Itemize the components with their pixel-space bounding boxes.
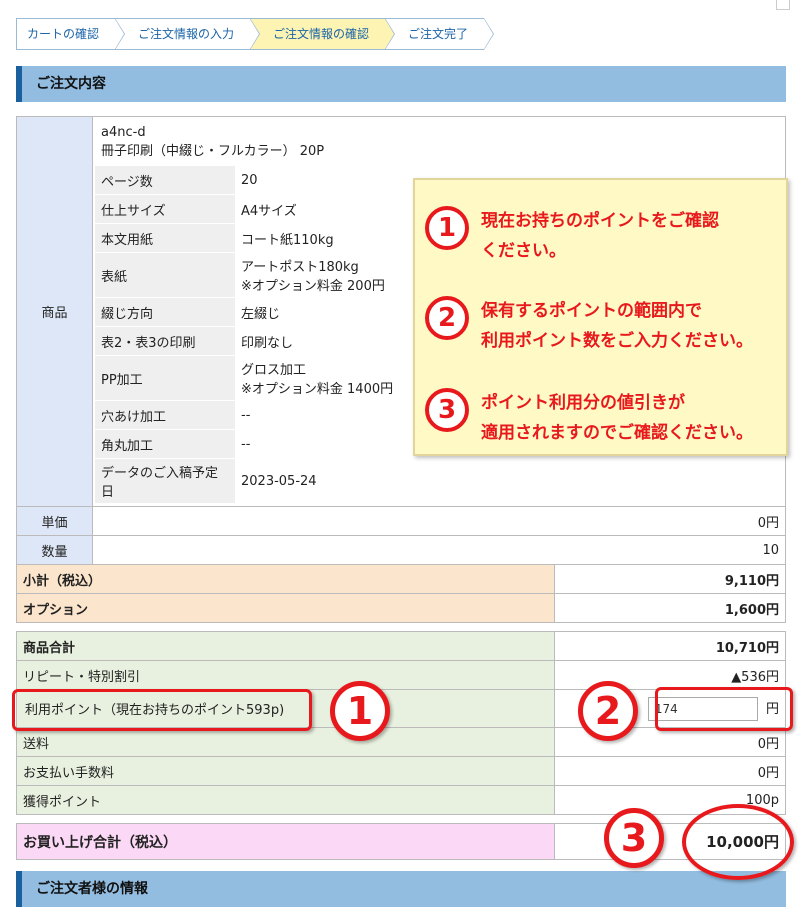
spec-key: 角丸加工 (95, 429, 235, 459)
step-cart[interactable]: カートの確認 (16, 18, 126, 50)
option-label: オプション (16, 593, 555, 623)
earned-label: 獲得ポイント (16, 785, 555, 815)
discount-value: ▲536円 (554, 660, 786, 690)
callout-text-2a: 保有するポイントの範囲内で (481, 301, 702, 321)
callout-text-1b: ください。 (481, 241, 566, 261)
callout-text-3b: 適用されますのでご確認ください。 (481, 423, 753, 443)
option-value: 1,600円 (554, 593, 786, 623)
step-input[interactable]: ご注文情報の入力 (115, 18, 261, 50)
spec-key: 穴あけ加工 (95, 400, 235, 430)
callout-item-1: 1 現在お持ちのポイントをご確認 ください。 (425, 206, 719, 266)
fee-label: お支払い手数料 (16, 756, 555, 786)
spec-key: 仕上サイズ (95, 194, 235, 224)
quantity-label: 数量 (16, 535, 93, 565)
unit-price-value: 0円 (92, 506, 786, 536)
spec-key: 表2・表3の印刷 (95, 326, 235, 356)
goods-total-label: 商品合計 (16, 631, 555, 661)
shipping-label: 送料 (16, 727, 555, 757)
points-label-highlight (12, 689, 312, 731)
grand-total-label: お買い上げ合計（税込） (16, 823, 555, 860)
quantity-value: 10 (92, 535, 786, 565)
discount-label: リピート・特別割引 (16, 660, 555, 690)
instruction-callout: 1 現在お持ちのポイントをご確認 ください。 2 保有するポイントの範囲内で利用ポ… (413, 178, 788, 456)
callout-number-3: 3 (425, 388, 469, 432)
subtotal-label: 小計（税込） (16, 564, 555, 594)
spec-value: 2023-05-24 (241, 473, 317, 489)
marker-1: 1 (330, 681, 390, 741)
spec-key: 本文用紙 (95, 223, 235, 253)
callout-number-1: 1 (425, 206, 469, 250)
goods-total-value: 10,710円 (554, 631, 786, 661)
subtotal-value: 9,110円 (554, 564, 786, 594)
section-customer-header: ご注文者様の情報 (16, 871, 786, 907)
spec-key: 綴じ方向 (95, 297, 235, 327)
spec-key: データのご入稿予定日 (95, 458, 235, 504)
callout-text-1a: 現在お持ちのポイントをご確認 (481, 211, 719, 231)
section-order-header: ご注文内容 (16, 66, 786, 102)
spec-value-cell: 2023-05-24 (235, 458, 783, 504)
marker-3: 3 (604, 808, 664, 868)
points-input-highlight (655, 687, 793, 731)
spec-row: データのご入稿予定日 2023-05-24 (95, 458, 783, 504)
callout-item-3: 3 ポイント利用分の値引きが適用されますのでご確認ください。 (425, 388, 753, 448)
callout-item-2: 2 保有するポイントの範囲内で利用ポイント数をご入力ください。 (425, 296, 753, 356)
top-right-frame (776, 0, 790, 10)
callout-text-3a: ポイント利用分の値引きが (481, 393, 685, 413)
product-code: a4nc-d (101, 125, 146, 140)
callout-text-2b: 利用ポイント数をご入力ください。 (481, 331, 753, 351)
grand-total-table: お買い上げ合計（税込） 10,000円 (16, 823, 786, 860)
spec-key: PP加工 (95, 355, 235, 401)
unit-price-label: 単価 (16, 506, 93, 536)
product-label: 商品 (16, 116, 93, 507)
spec-key: ページ数 (95, 165, 235, 195)
fee-value: 0円 (554, 756, 786, 786)
step-confirm: ご注文情報の確認 (250, 18, 396, 50)
product-name: 冊子印刷（中綴じ・フルカラー） 20P (101, 144, 325, 159)
order-steps: カートの確認 ご注文情報の入力 ご注文情報の確認 ご注文完了 (16, 18, 495, 50)
callout-number-2: 2 (425, 296, 469, 340)
spec-key: 表紙 (95, 252, 235, 298)
step-complete: ご注文完了 (385, 18, 495, 50)
grand-total-highlight (682, 804, 794, 880)
marker-2: 2 (578, 681, 638, 741)
subtotal-table: 小計（税込） 9,110円 オプション 1,600円 (16, 564, 786, 623)
